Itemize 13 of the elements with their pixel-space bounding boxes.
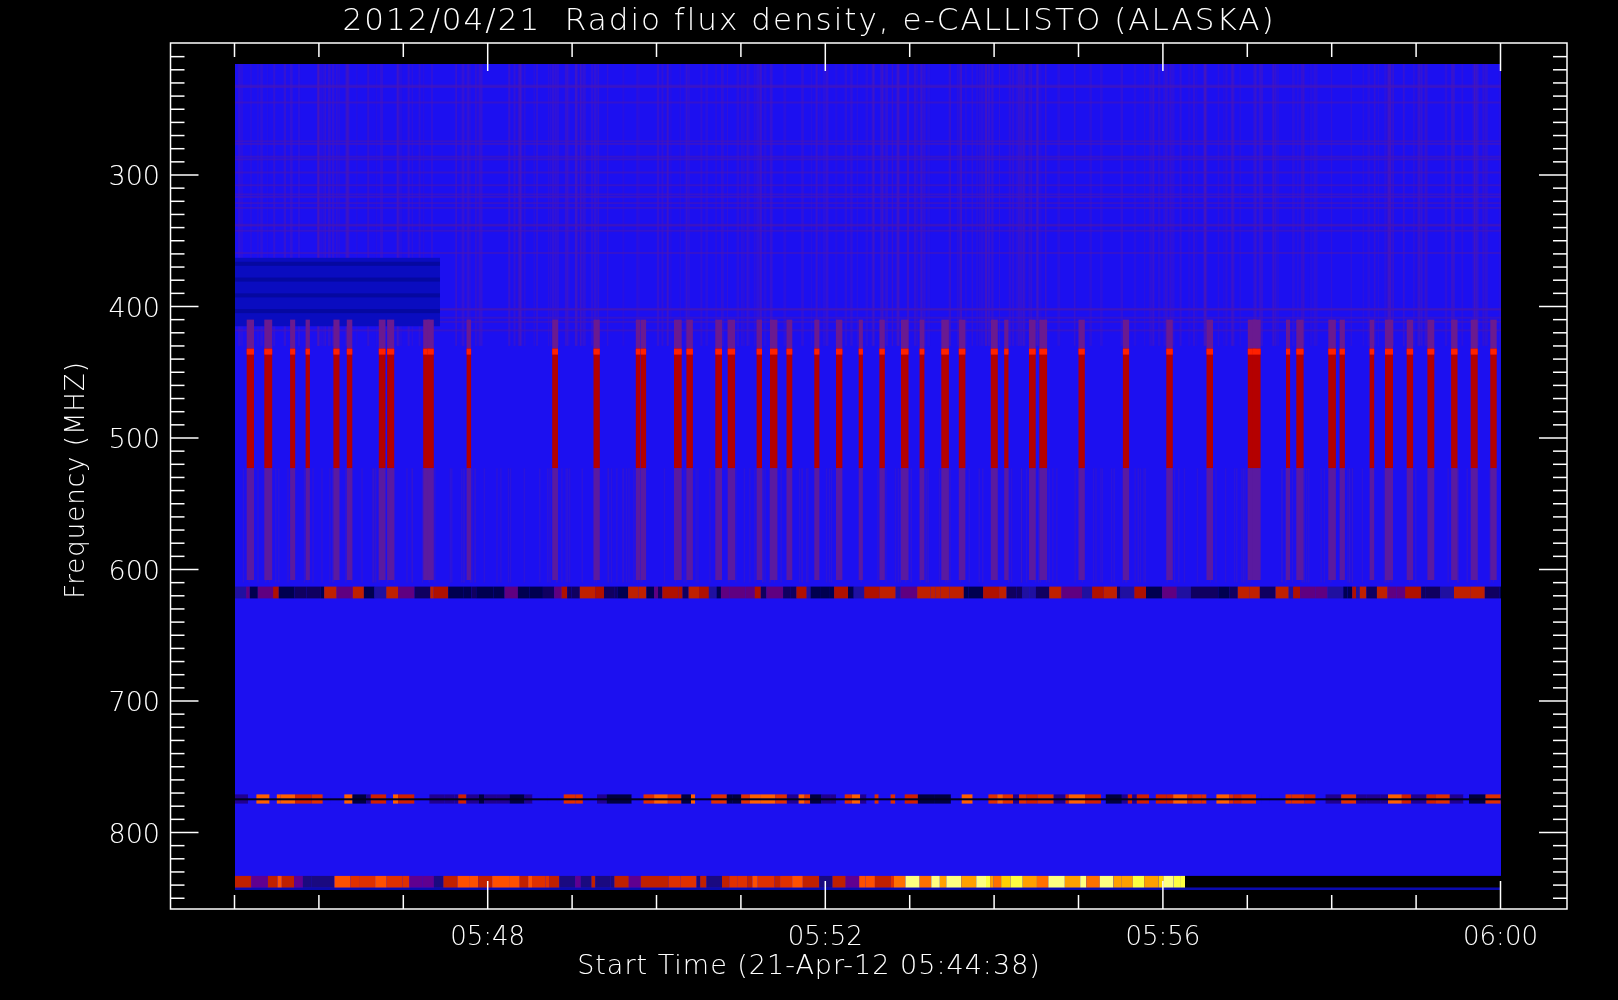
y-tick-label: 500: [107, 425, 160, 452]
x-tick-label: 05:52: [786, 923, 864, 949]
y-tick-label: 800: [107, 819, 160, 847]
x-axis-label: Start Time (21-Apr-12 05:44:38): [576, 951, 1042, 978]
x-tick-label: 05:56: [1124, 923, 1202, 949]
x-tick-label: 05:48: [449, 923, 527, 949]
y-axis-label: Frequency (MHZ): [62, 361, 88, 599]
y-tick-label: 400: [107, 293, 160, 321]
y-tick-label: 700: [107, 688, 160, 715]
x-tick-label: 06:00: [1462, 923, 1539, 949]
y-tick-label: 300: [107, 162, 160, 189]
y-tick-label: 600: [107, 556, 160, 584]
chart-title: 2012/04/21 Radio flux density, e-CALLISTO (ALASKA): [341, 4, 1277, 35]
